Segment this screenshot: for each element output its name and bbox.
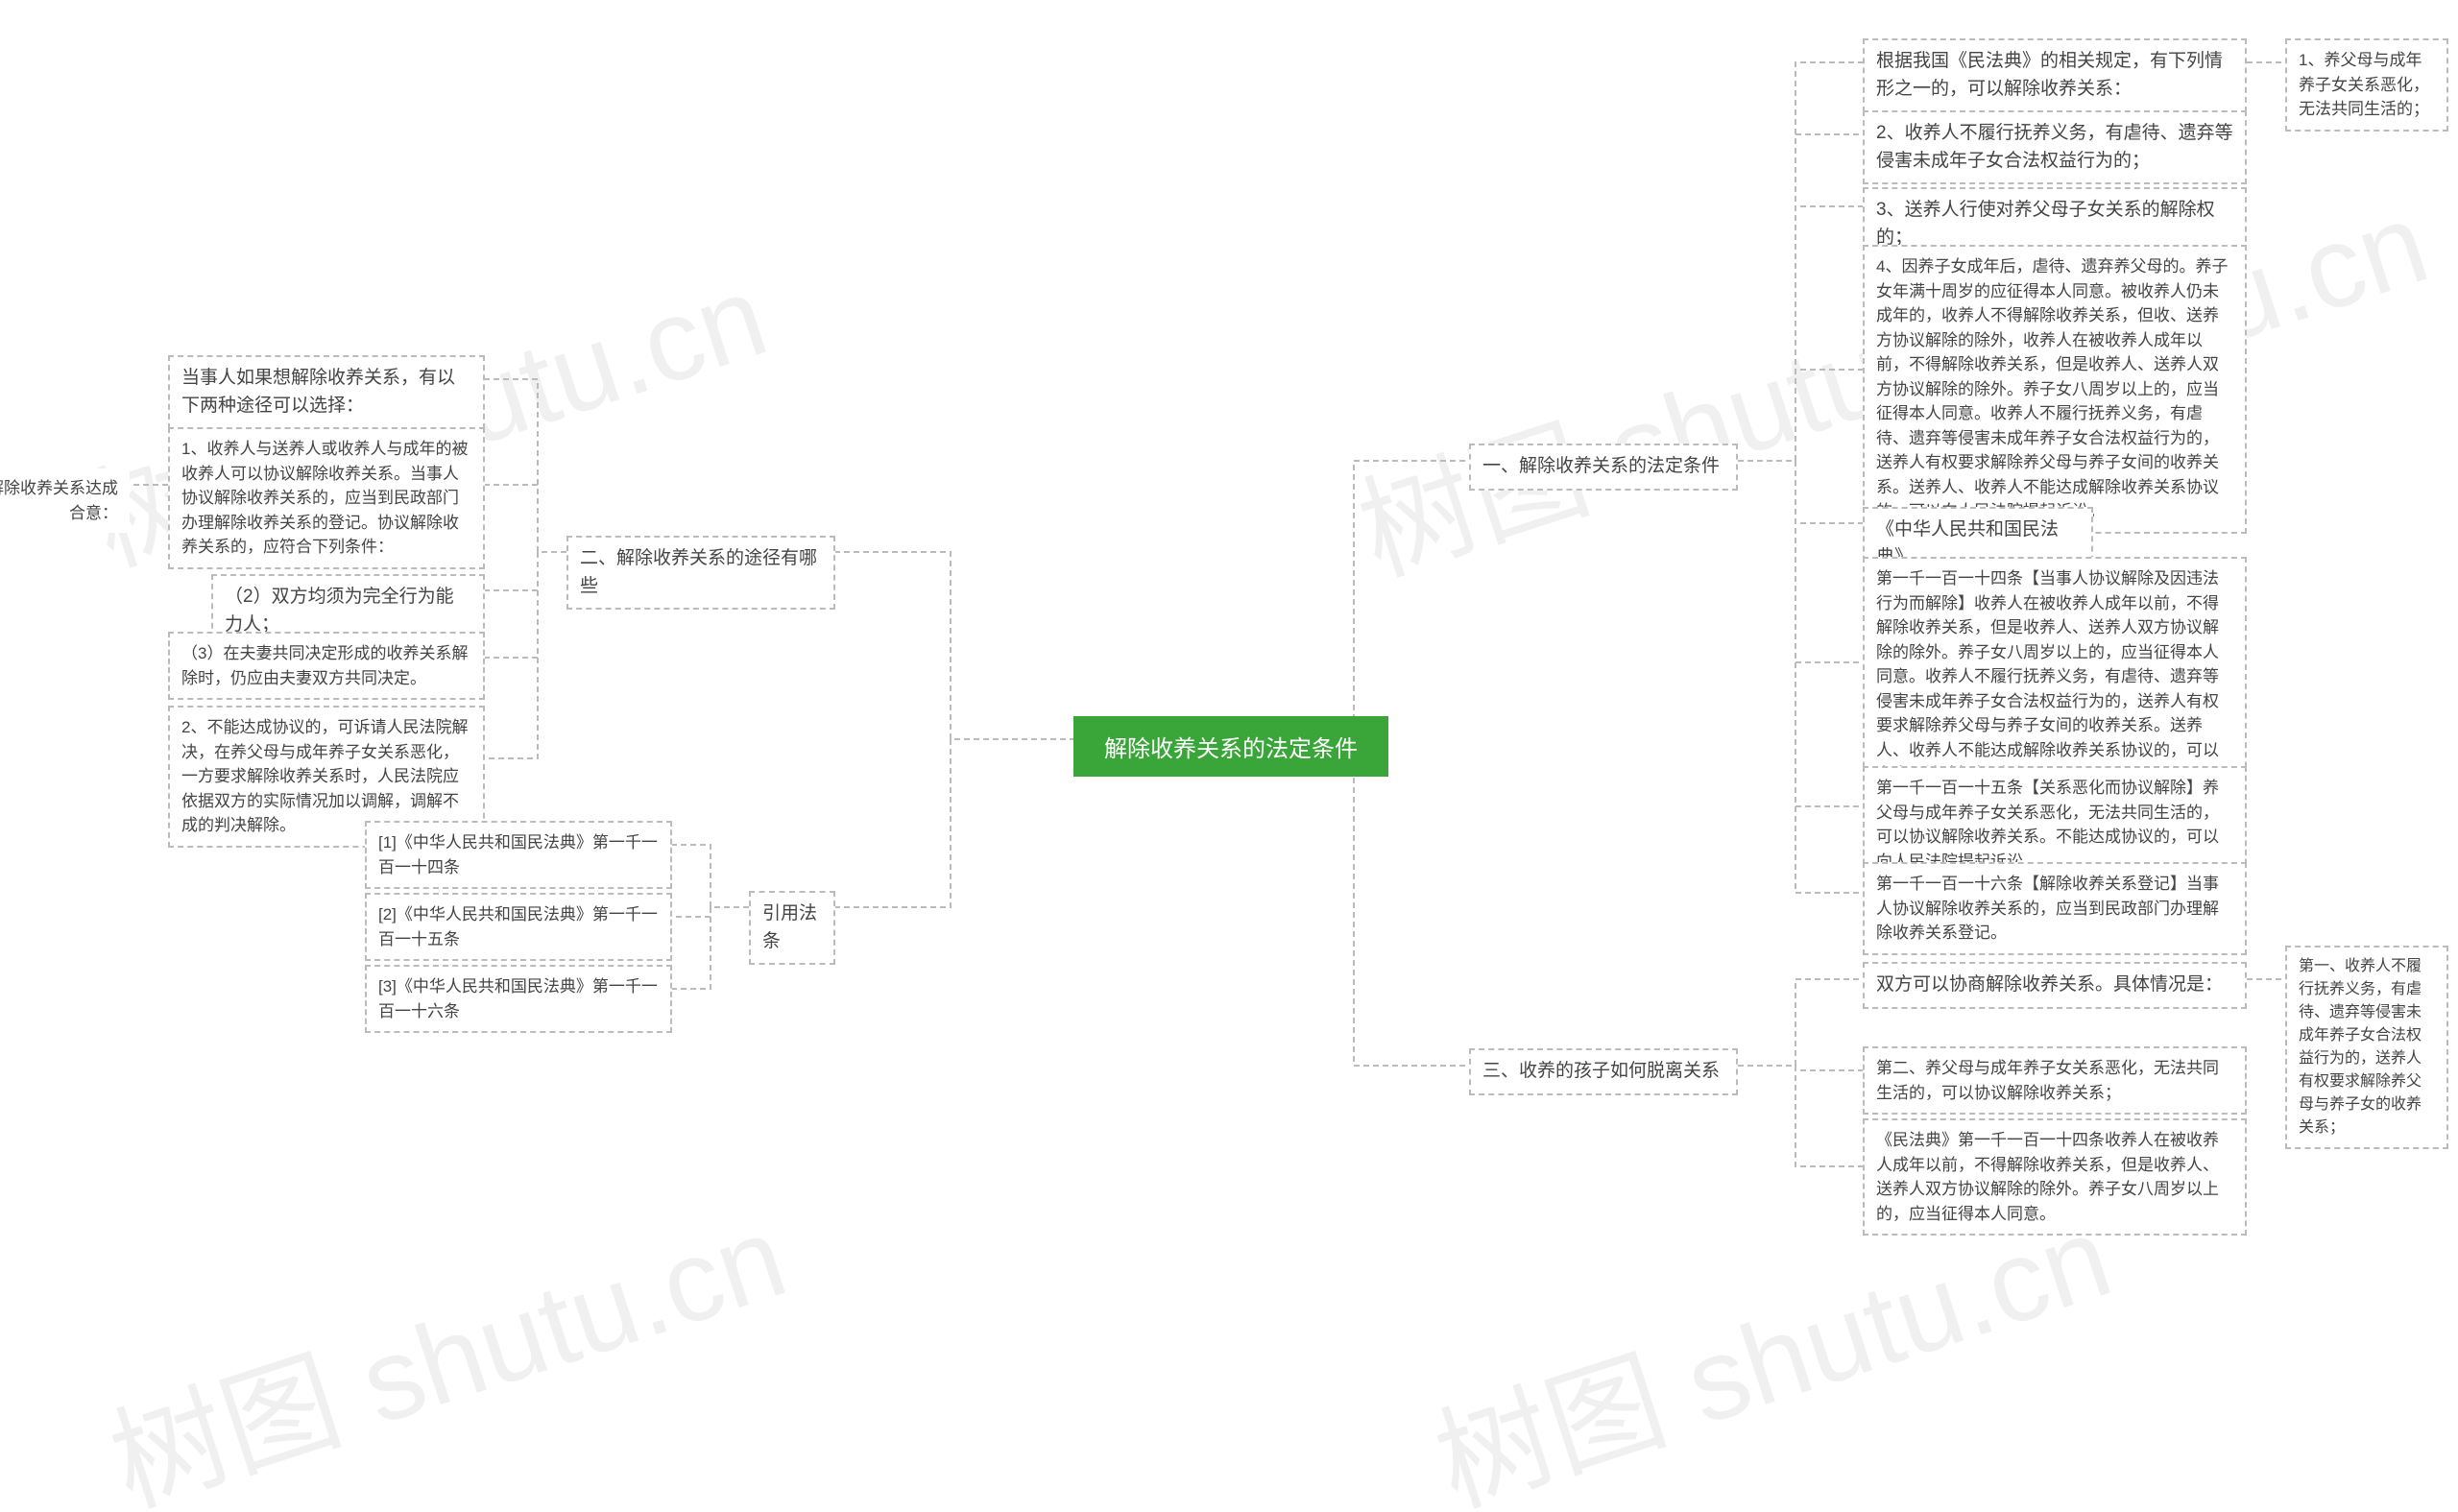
cite-3: [3]《中华人民共和国民法典》第一千一百一十六条 <box>365 965 672 1033</box>
b1-c2: 2、收养人不履行抚养义务，有虐待、遗弃等侵害未成年子女合法权益行为的； <box>1863 110 2247 184</box>
b2-c4: （3）在夫妻共同决定形成的收养关系解除时，仍应由夫妻双方共同决定。 <box>168 632 485 700</box>
branch-2-title: 二、解除收养关系的途径有哪些 <box>566 536 835 610</box>
b3-c1: 双方可以协商解除收养关系。具体情况是： <box>1863 962 2247 1009</box>
b1-c1-1: 1、养父母与成年养子女关系恶化，无法共同生活的； <box>2285 38 2448 132</box>
text: 一、解除收养关系的法定条件 <box>1482 453 1724 481</box>
text: [1]《中华人民共和国民法典》第一千一百一十四条 <box>378 830 659 879</box>
text: 引用法条 <box>762 900 822 955</box>
mindmap-canvas: 树图 shutu.cn 树图 shutu.cn 树图 shutu.cn 树图 s… <box>0 0 2458 1512</box>
b2-c2: 1、收养人与送养人或收养人与成年的被收养人可以协议解除收养关系。当事人协议解除收… <box>168 427 485 569</box>
text: （1）双方就解除收养关系达成合意： <box>0 476 118 525</box>
text: 1、收养人与送养人或收养人与成年的被收养人可以协议解除收养关系。当事人协议解除收… <box>181 437 471 560</box>
text: （3）在夫妻共同决定形成的收养关系解除时，仍应由夫妻双方共同决定。 <box>181 641 471 690</box>
b3-c3: 《民法典》第一千一百一十四条收养人在被收养人成年以前，不得解除收养关系，但是收养… <box>1863 1118 2247 1236</box>
text: 2、不能达成协议的，可诉请人民法院解决，在养父母与成年养子女关系恶化，一方要求解… <box>181 715 471 838</box>
text: （2）双方均须为完全行为能力人； <box>225 584 471 638</box>
text: 2、收养人不履行抚养义务，有虐待、遗弃等侵害未成年子女合法权益行为的； <box>1876 120 2233 175</box>
text: 1、养父母与成年养子女关系恶化，无法共同生活的； <box>2299 48 2435 122</box>
b2-c1: 当事人如果想解除收养关系，有以下两种途径可以选择： <box>168 355 485 429</box>
root-title: 解除收养关系的法定条件 <box>1104 736 1358 762</box>
branch-1-title: 一、解除收养关系的法定条件 <box>1469 444 1738 491</box>
cite-1: [1]《中华人民共和国民法典》第一千一百一十四条 <box>365 821 672 889</box>
text: 根据我国《民法典》的相关规定，有下列情形之一的，可以解除收养关系： <box>1876 48 2233 103</box>
branch-cite-title: 引用法条 <box>749 891 835 965</box>
text: 第一千一百一十四条【当事人协议解除及因违法行为而解除】收养人在被收养人成年以前，… <box>1876 566 2233 787</box>
text: 第一千一百一十六条【解除收养关系登记】当事人协议解除收养关系的，应当到民政部门办… <box>1876 872 2233 946</box>
cite-2: [2]《中华人民共和国民法典》第一千一百一十五条 <box>365 893 672 961</box>
text: 第一、收养人不履行抚养义务，有虐待、遗弃等侵害未成年养子女合法权益行为的，送养人… <box>2299 955 2435 1140</box>
text: 第一千一百一十五条【关系恶化而协议解除】养父母与成年养子女关系恶化，无法共同生活… <box>1876 776 2233 874</box>
root-node: 解除收养关系的法定条件 <box>1075 718 1386 775</box>
text: 第二、养父母与成年养子女关系恶化，无法共同生活的，可以协议解除收养关系； <box>1876 1056 2233 1105</box>
b1-c1: 根据我国《民法典》的相关规定，有下列情形之一的，可以解除收养关系： <box>1863 38 2247 112</box>
text: 双方可以协商解除收养关系。具体情况是： <box>1876 972 2233 999</box>
text: 二、解除收养关系的途径有哪些 <box>580 545 822 600</box>
text: [3]《中华人民共和国民法典》第一千一百一十六条 <box>378 974 659 1023</box>
text: 3、送养人行使对养父母子女关系的解除权的； <box>1876 197 2233 252</box>
text: 当事人如果想解除收养关系，有以下两种途径可以选择： <box>181 365 471 420</box>
text: 《民法典》第一千一百一十四条收养人在被收养人成年以前，不得解除收养关系，但是收养… <box>1876 1128 2233 1226</box>
watermark: 树图 shutu.cn <box>87 1164 803 1512</box>
b1-c4: 4、因养子女成年后，虐待、遗弃养父母的。养子女年满十周岁的应征得本人同意。被收养… <box>1863 245 2247 534</box>
b3-c1-1: 第一、收养人不履行抚养义务，有虐待、遗弃等侵害未成年养子女合法权益行为的，送养人… <box>2285 946 2448 1149</box>
text: [2]《中华人民共和国民法典》第一千一百一十五条 <box>378 902 659 951</box>
text: 三、收养的孩子如何脱离关系 <box>1482 1058 1724 1086</box>
b1-c6: 第一千一百一十四条【当事人协议解除及因违法行为而解除】收养人在被收养人成年以前，… <box>1863 557 2247 797</box>
b2-c2-label: （1）双方就解除收养关系达成合意： <box>0 468 130 533</box>
text: 4、因养子女成年后，虐待、遗弃养父母的。养子女年满十周岁的应征得本人同意。被收养… <box>1876 254 2233 524</box>
b1-c8: 第一千一百一十六条【解除收养关系登记】当事人协议解除收养关系的，应当到民政部门办… <box>1863 862 2247 955</box>
b3-c2: 第二、养父母与成年养子女关系恶化，无法共同生活的，可以协议解除收养关系； <box>1863 1046 2247 1115</box>
branch-3-title: 三、收养的孩子如何脱离关系 <box>1469 1048 1738 1095</box>
